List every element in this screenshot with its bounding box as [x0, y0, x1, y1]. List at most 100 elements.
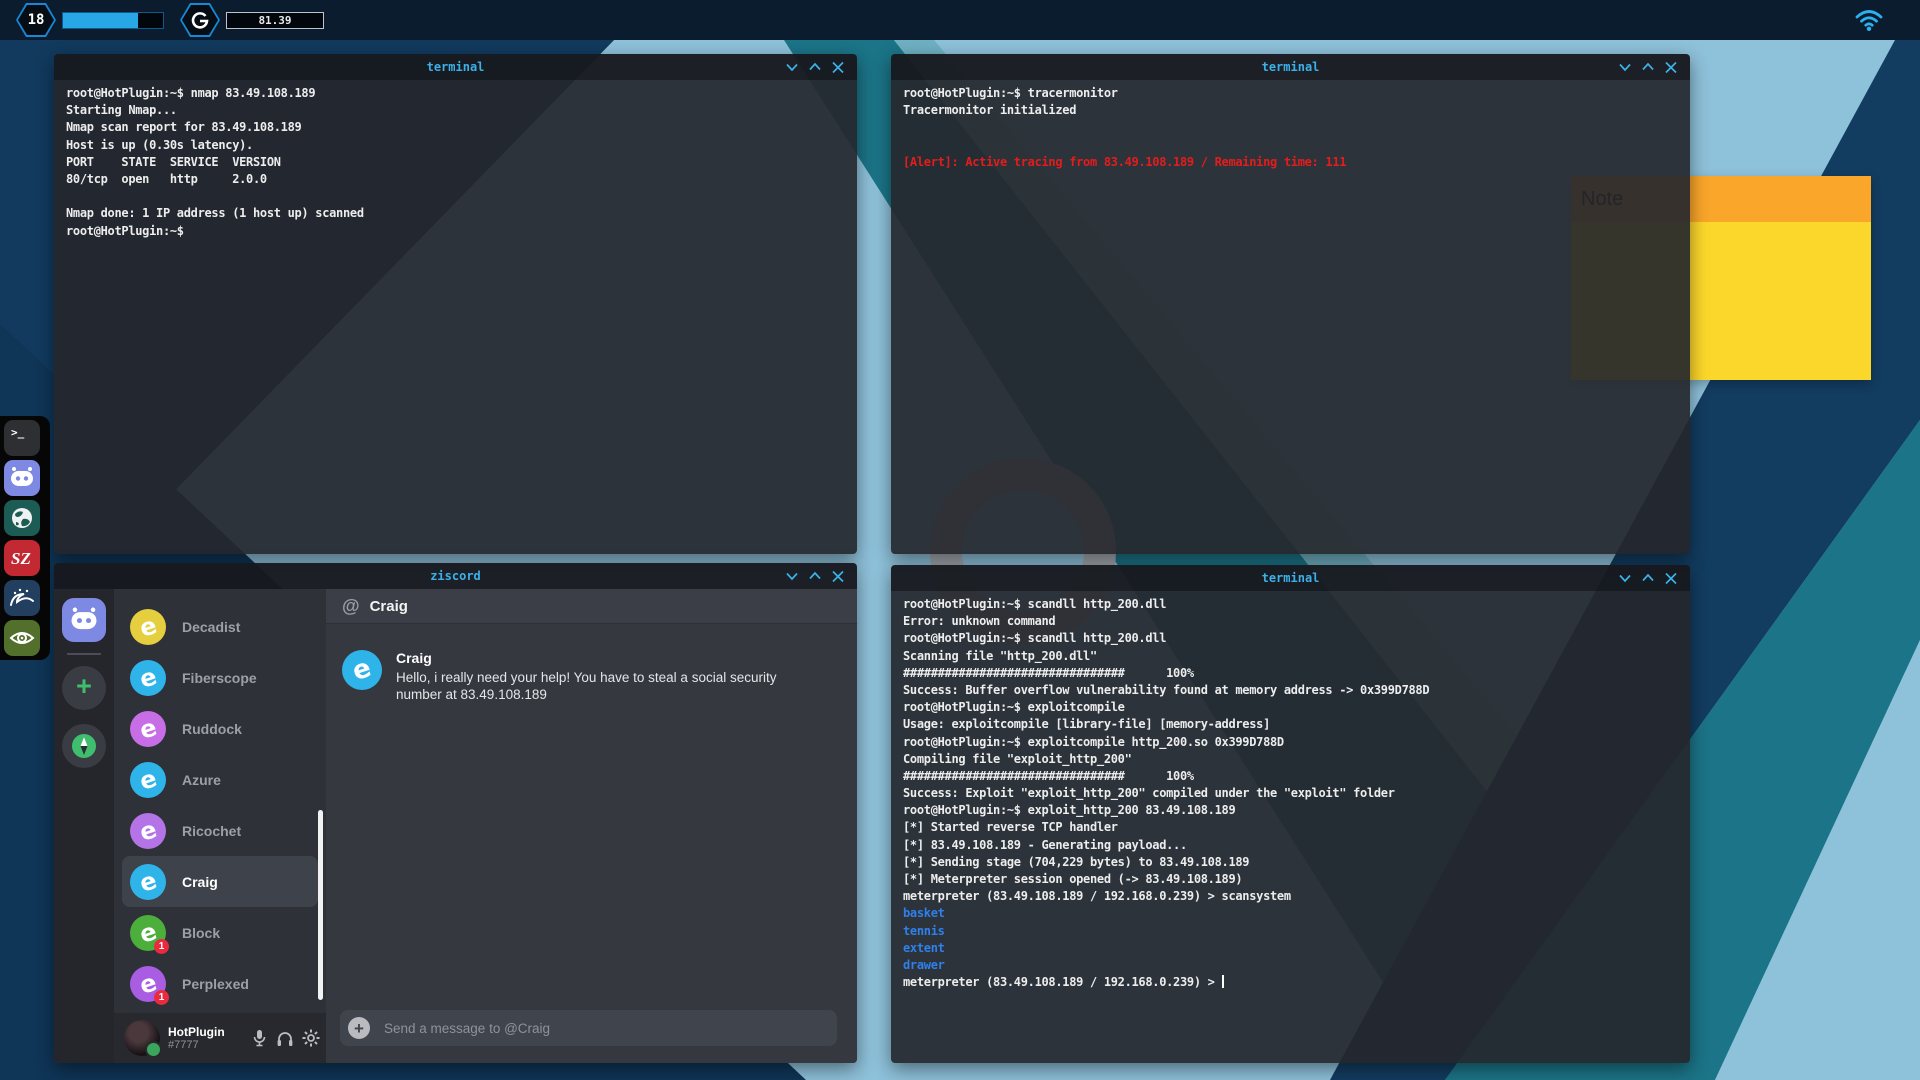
terminal-line: Starting Nmap... — [66, 102, 845, 119]
close-icon[interactable] — [1664, 572, 1678, 585]
contact-azure[interactable]: eAzure — [114, 754, 326, 805]
terminal-line: [*] Meterpreter session opened (-> 83.49… — [903, 871, 1678, 888]
terminal-output[interactable]: root@HotPlugin:~$ tracermonitorTracermon… — [891, 80, 1690, 554]
terminal-line: Scanning file "http_200.dll" — [903, 648, 1678, 665]
close-icon[interactable] — [1664, 61, 1678, 74]
terminal-line: [*] 83.49.108.189 - Generating payload..… — [903, 837, 1678, 854]
contact-block[interactable]: e1Block — [114, 907, 326, 958]
terminal-line: Error: unknown command — [903, 613, 1678, 630]
contact-perplexed[interactable]: e1Perplexed — [114, 958, 326, 1009]
minimize-icon[interactable] — [1618, 572, 1632, 584]
terminal-line: Usage: exploitcompile [library-file] [me… — [903, 716, 1678, 733]
terminal-line: PORT STATE SERVICE VERSION — [66, 154, 845, 171]
terminal-line: Host is up (0.30s latency). — [66, 137, 845, 154]
dock-wave-app-icon[interactable] — [4, 580, 40, 616]
terminal-line: [Alert]: Active tracing from 83.49.108.1… — [903, 154, 1678, 171]
user-avatar[interactable] — [124, 1020, 160, 1056]
window-title: terminal — [891, 60, 1690, 74]
message-input-bar: + — [340, 1010, 837, 1046]
contact-name: Perplexed — [182, 976, 249, 992]
microphone-icon[interactable] — [250, 1029, 268, 1047]
text-cursor — [1222, 975, 1224, 988]
close-icon[interactable] — [831, 61, 845, 74]
ziscord-logo-glyph: e — [137, 817, 160, 845]
dock-terminal-icon[interactable]: >_ — [4, 420, 40, 456]
plus-icon: + — [76, 673, 92, 700]
terminal-line: ################################ 100% — [903, 768, 1678, 785]
contact-decadist[interactable]: eDecadist — [114, 601, 326, 652]
headphones-icon[interactable] — [276, 1029, 294, 1047]
terminal-line: Success: Buffer overflow vulnerability f… — [903, 682, 1678, 699]
close-icon[interactable] — [831, 570, 845, 583]
terminal-line: root@HotPlugin:~$ scandll http_200.dll — [903, 596, 1678, 613]
ziscord-home-button[interactable] — [62, 598, 106, 642]
contacts-scrollbar[interactable] — [318, 810, 323, 1000]
terminal-line: root@HotPlugin:~$ tracermonitor — [903, 85, 1678, 102]
explore-servers-button[interactable] — [62, 724, 106, 768]
minimize-icon[interactable] — [1618, 61, 1632, 73]
terminal-line: extent — [903, 940, 1678, 957]
maximize-icon[interactable] — [808, 61, 822, 73]
dock-browser-globe-icon[interactable] — [4, 500, 40, 536]
terminal-line: root@HotPlugin:~$ exploitcompile — [903, 699, 1678, 716]
xp-progress-bar — [62, 12, 164, 29]
terminal-titlebar[interactable]: terminal — [891, 54, 1690, 80]
unread-badge: 1 — [154, 939, 169, 954]
contact-ricochet[interactable]: eRicochet — [114, 805, 326, 856]
ziscord-logo-glyph: e — [137, 868, 160, 896]
dock-eye-app-icon[interactable] — [4, 620, 40, 656]
add-server-button[interactable]: + — [62, 666, 106, 710]
ziscord-logo-glyph: e — [137, 664, 160, 692]
contact-avatar: e — [130, 609, 166, 645]
ziscord-titlebar[interactable]: ziscord — [54, 563, 857, 589]
unread-badge: 1 — [154, 990, 169, 1005]
chat-header: @ Craig — [326, 589, 857, 624]
logo-g-icon — [188, 8, 212, 32]
terminal-line: meterpreter (83.49.108.189 / 192.168.0.2… — [903, 974, 1678, 991]
terminal-line: basket — [903, 905, 1678, 922]
window-title: terminal — [891, 571, 1690, 585]
contact-avatar: e — [130, 660, 166, 696]
minimize-icon[interactable] — [785, 61, 799, 73]
user-tag: #7777 — [168, 1039, 250, 1051]
attach-plus-icon[interactable]: + — [348, 1017, 370, 1039]
terminal-window-nmap: terminal root@HotPlugin:~$ nmap 83.49.10… — [54, 54, 857, 554]
minimize-icon[interactable] — [785, 570, 799, 582]
dock-sz-app-icon[interactable]: SZ — [4, 540, 40, 576]
svg-text:SZ: SZ — [11, 549, 31, 568]
contact-avatar: e — [130, 864, 166, 900]
terminal-line: [*] Sending stage (704,229 bytes) to 83.… — [903, 854, 1678, 871]
terminal-titlebar[interactable]: terminal — [54, 54, 857, 80]
online-status-dot — [145, 1041, 162, 1058]
ziscord-logo-glyph: e — [137, 715, 160, 743]
terminal-output[interactable]: root@HotPlugin:~$ scandll http_200.dllEr… — [891, 591, 1690, 1063]
contact-fiberscope[interactable]: eFiberscope — [114, 652, 326, 703]
terminal-window-tracermonitor: terminal root@HotPlugin:~$ tracermonitor… — [891, 54, 1690, 554]
message-input[interactable] — [382, 1020, 837, 1037]
contact-craig[interactable]: eCraig — [122, 856, 318, 907]
maximize-icon[interactable] — [1641, 572, 1655, 584]
money-counter: 81.39 — [226, 12, 324, 29]
settings-gear-icon[interactable] — [302, 1029, 320, 1047]
terminal-output[interactable]: root@HotPlugin:~$ nmap 83.49.108.189Star… — [54, 80, 857, 554]
maximize-icon[interactable] — [1641, 61, 1655, 73]
terminal-line: root@HotPlugin:~$ — [66, 223, 845, 240]
message-avatar: e — [342, 650, 382, 690]
ziscord-logo-glyph: e — [137, 613, 160, 641]
top-status-bar: 18 81.39 — [0, 0, 1920, 40]
maximize-icon[interactable] — [808, 570, 822, 582]
message-text: Hello, i really need your help! You have… — [396, 669, 816, 703]
dock-ziscord-icon[interactable] — [4, 460, 40, 496]
username: HotPlugin — [168, 1025, 250, 1039]
contact-avatar: e — [130, 711, 166, 747]
terminal-line: root@HotPlugin:~$ nmap 83.49.108.189 — [66, 85, 845, 102]
compass-icon — [66, 728, 102, 764]
terminal-line: Nmap done: 1 IP address (1 host up) scan… — [66, 205, 845, 222]
chat-message: e Craig Hello, i really need your help! … — [342, 650, 841, 703]
terminal-titlebar[interactable]: terminal — [891, 565, 1690, 591]
window-title: terminal — [54, 60, 857, 74]
contact-ruddock[interactable]: eRuddock — [114, 703, 326, 754]
terminal-line: root@HotPlugin:~$ scandll http_200.dll — [903, 630, 1678, 647]
terminal-line: Nmap scan report for 83.49.108.189 — [66, 119, 845, 136]
wifi-icon[interactable] — [1854, 7, 1884, 37]
